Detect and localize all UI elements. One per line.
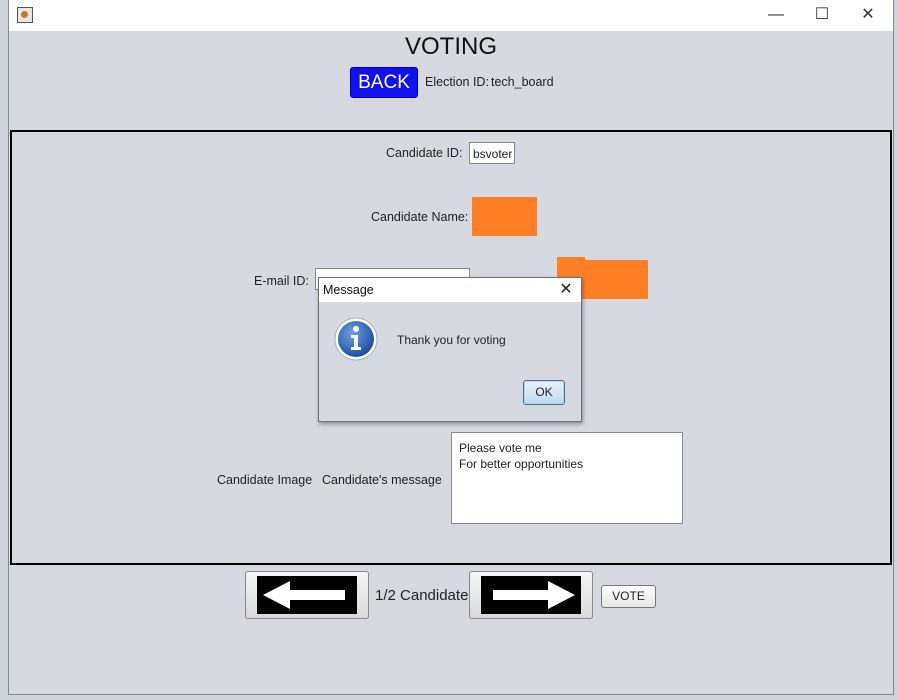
maximize-button[interactable]: ☐ (799, 0, 845, 30)
candidate-id-label: Candidate ID: (386, 146, 463, 160)
candidate-image-label: Candidate Image (217, 473, 313, 487)
close-window-button[interactable]: ✕ (845, 0, 891, 30)
vote-button[interactable]: VOTE (601, 585, 656, 608)
redaction-block-large (580, 260, 648, 299)
candidate-message-textarea[interactable]: Please vote me For better opportunities (451, 432, 683, 524)
left-arrow-icon (257, 576, 357, 614)
email-label: E-mail ID: (254, 274, 309, 288)
dialog-title-bar: Message ✕ (319, 278, 581, 302)
ok-button[interactable]: OK (523, 380, 565, 405)
page-title: VOTING (404, 33, 497, 60)
candidate-name-label: Candidate Name: (371, 210, 469, 224)
candidate-name-redaction (472, 197, 537, 236)
election-id-label: Election ID: (425, 75, 489, 89)
info-icon (334, 317, 378, 361)
dialog-title: Message (323, 283, 374, 297)
page-indicator: 1/2 Candidate (375, 587, 469, 604)
right-arrow-icon (481, 576, 581, 614)
previous-candidate-button[interactable] (245, 571, 369, 619)
minimize-button[interactable]: — (753, 0, 799, 30)
dialog-message: Thank you for voting (397, 333, 506, 347)
candidate-message-label: Candidate's message (322, 473, 442, 487)
dialog-close-button[interactable]: ✕ (551, 278, 581, 302)
title-bar: — ☐ ✕ (9, 0, 893, 30)
back-button[interactable]: BACK (350, 67, 418, 98)
java-app-icon (17, 7, 33, 23)
candidate-id-field[interactable]: bsvoter (469, 142, 515, 164)
message-dialog: Message ✕ Thank you for voting OK (318, 277, 582, 422)
next-candidate-button[interactable] (469, 571, 593, 619)
election-id-value: tech_board (491, 75, 554, 89)
